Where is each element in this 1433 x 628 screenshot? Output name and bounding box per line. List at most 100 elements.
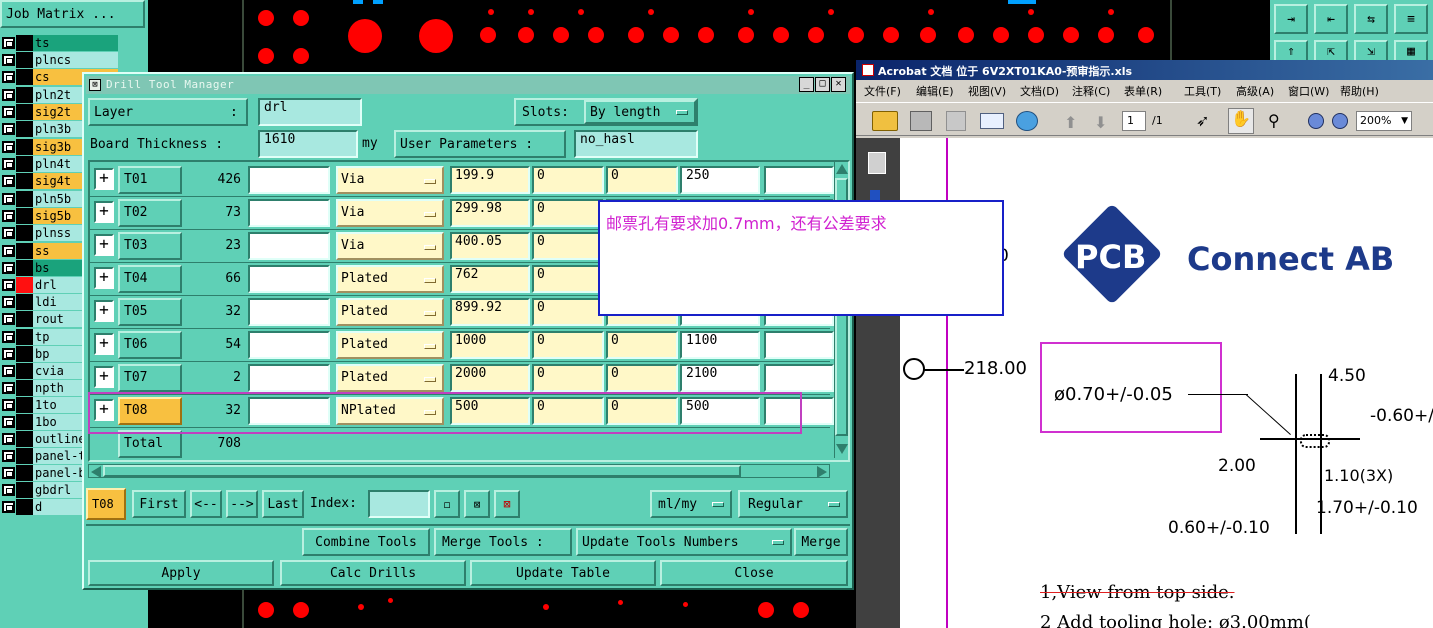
tool-id-cell[interactable]: T07: [118, 364, 182, 392]
menu-item[interactable]: 表单(R): [1124, 83, 1162, 99]
update-table-button[interactable]: Update Table: [470, 560, 656, 586]
bookmarks-icon[interactable]: [870, 190, 880, 200]
layer-checkbox[interactable]: [2, 450, 15, 462]
menu-item[interactable]: 视图(V): [968, 83, 1006, 99]
layer-checkbox[interactable]: [2, 193, 15, 205]
tool-finish-field[interactable]: 1100: [680, 331, 760, 359]
layer-checkbox[interactable]: [2, 399, 15, 411]
tool-size-field[interactable]: 762: [450, 265, 530, 293]
internet-icon[interactable]: [1016, 111, 1038, 131]
open-folder-icon[interactable]: [872, 111, 898, 131]
index-field[interactable]: [368, 490, 430, 518]
close-button[interactable]: Close: [660, 560, 848, 586]
tool-id-cell[interactable]: T02: [118, 199, 182, 227]
menu-item[interactable]: 编辑(E): [916, 83, 954, 99]
layer-checkbox[interactable]: [2, 484, 15, 496]
layer-checkbox[interactable]: [2, 313, 15, 325]
hand-tool-icon[interactable]: ✋: [1228, 108, 1254, 134]
tool-type-dropdown[interactable]: Plated: [336, 331, 444, 359]
layer-field[interactable]: drl: [258, 98, 362, 126]
layer-checkbox[interactable]: [2, 279, 15, 291]
layer-checkbox[interactable]: [2, 54, 15, 66]
save-icon[interactable]: [946, 111, 966, 131]
layer-checkbox[interactable]: [2, 416, 15, 428]
horizontal-scrollbar[interactable]: [88, 464, 830, 478]
prev-button[interactable]: <--: [190, 490, 222, 518]
layer-name[interactable]: plncs: [33, 52, 118, 68]
hscroll-thumb[interactable]: [103, 465, 741, 477]
layer-checkbox[interactable]: [2, 227, 15, 239]
tool-type-dropdown[interactable]: Via: [336, 232, 444, 260]
user-parameters-button[interactable]: User Parameters :: [394, 130, 566, 158]
tool-tol-plus-field[interactable]: 0: [532, 199, 604, 227]
layer-checkbox[interactable]: [2, 501, 15, 513]
print-icon[interactable]: [910, 111, 932, 131]
unit-dropdown[interactable]: ml/my: [650, 490, 732, 518]
toolbar-btn-2[interactable]: ⇤: [1314, 4, 1348, 34]
first-button[interactable]: First: [132, 490, 186, 518]
tool-size-field[interactable]: 199.9: [450, 166, 530, 194]
tool-size-field[interactable]: 400.05: [450, 232, 530, 260]
tool-tol-minus-field[interactable]: 0: [606, 331, 678, 359]
toolbar-btn-7[interactable]: ⇲: [1354, 40, 1388, 62]
tool-id-cell[interactable]: T05: [118, 298, 182, 326]
layer-checkbox[interactable]: [2, 210, 15, 222]
menu-item[interactable]: 注释(C): [1072, 83, 1110, 99]
layer-checkbox[interactable]: [2, 382, 15, 394]
maximize-button[interactable]: □: [815, 77, 830, 92]
tool-field[interactable]: [248, 232, 330, 260]
layer-checkbox[interactable]: [2, 89, 15, 101]
menu-item[interactable]: 帮助(H): [1340, 83, 1379, 99]
zoom-index-button[interactable]: ⊠: [464, 490, 490, 518]
search-index-button[interactable]: ◻: [434, 490, 460, 518]
scroll-right-icon[interactable]: [817, 466, 827, 478]
tool-field[interactable]: [248, 199, 330, 227]
layer-checkbox[interactable]: [2, 37, 15, 49]
layer-name[interactable]: ts: [33, 35, 118, 51]
expand-row-button[interactable]: +: [94, 201, 114, 223]
menu-item[interactable]: 文件(F): [864, 83, 901, 99]
tool-tol-plus-field[interactable]: 0: [532, 298, 604, 326]
tool-tol-plus-field[interactable]: 0: [532, 232, 604, 260]
thickness-field[interactable]: 1610: [258, 130, 358, 158]
tool-field[interactable]: [248, 331, 330, 359]
minimize-button[interactable]: _: [799, 77, 814, 92]
apply-button[interactable]: Apply: [88, 560, 274, 586]
layer-checkbox[interactable]: [2, 296, 15, 308]
tool-field[interactable]: [248, 298, 330, 326]
tool-finish-field[interactable]: 250: [680, 166, 760, 194]
tool-type-dropdown[interactable]: Plated: [336, 364, 444, 392]
tool-id-cell[interactable]: T04: [118, 265, 182, 293]
slots-dropdown[interactable]: By length: [584, 100, 696, 124]
toolbar-btn-1[interactable]: ⇥: [1274, 4, 1308, 34]
close-window-button[interactable]: ✕: [831, 77, 846, 92]
update-tools-numbers-dropdown[interactable]: Update Tools Numbers: [576, 528, 792, 556]
tool-extra-field[interactable]: [764, 331, 834, 359]
layer-row[interactable]: plncs: [0, 52, 120, 68]
menu-item[interactable]: 文档(D): [1020, 83, 1059, 99]
layer-checkbox[interactable]: [2, 262, 15, 274]
zoom-out-icon[interactable]: [1308, 113, 1324, 129]
tool-id-cell[interactable]: T06: [118, 331, 182, 359]
last-button[interactable]: Last: [262, 490, 304, 518]
tool-tol-minus-field[interactable]: 0: [606, 364, 678, 392]
tool-tol-plus-field[interactable]: 0: [532, 265, 604, 293]
expand-row-button[interactable]: +: [94, 366, 114, 388]
zoom-tool-icon[interactable]: ⚲: [1268, 111, 1280, 130]
tool-size-field[interactable]: 299.98: [450, 199, 530, 227]
tool-finish-field[interactable]: 2100: [680, 364, 760, 392]
expand-row-button[interactable]: +: [94, 168, 114, 190]
user-params-field[interactable]: no_hasl: [574, 130, 698, 158]
job-matrix-button[interactable]: Job Matrix ...: [0, 0, 145, 28]
expand-row-button[interactable]: +: [94, 234, 114, 256]
expand-row-button[interactable]: +: [94, 300, 114, 322]
tool-size-field[interactable]: 899.92: [450, 298, 530, 326]
expand-row-button[interactable]: +: [94, 267, 114, 289]
layer-row[interactable]: ts: [0, 35, 120, 51]
combine-tools-button[interactable]: Combine Tools: [302, 528, 430, 556]
tool-type-dropdown[interactable]: Plated: [336, 298, 444, 326]
layer-checkbox[interactable]: [2, 123, 15, 135]
layer-checkbox[interactable]: [2, 158, 15, 170]
calc-drills-button[interactable]: Calc Drills: [280, 560, 466, 586]
scroll-left-icon[interactable]: [91, 466, 101, 478]
